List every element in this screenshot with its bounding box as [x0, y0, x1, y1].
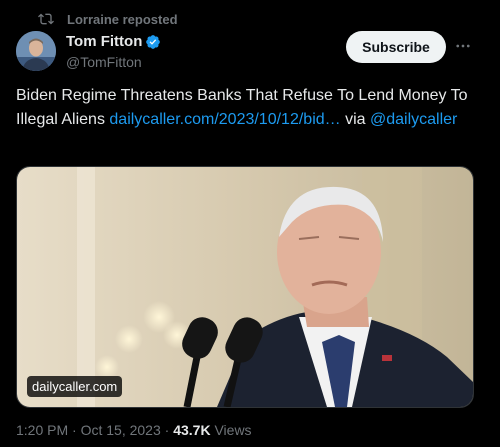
author-handle[interactable]: @TomFitton [66, 54, 142, 70]
meta-separator: · [160, 422, 174, 438]
more-dots-icon [456, 44, 470, 48]
views-label: Views [210, 422, 252, 438]
tweet-text: Biden Regime Threatens Banks That Refuse… [16, 84, 486, 132]
verified-badge-icon[interactable] [145, 34, 161, 50]
repost-indicator[interactable]: Lorraine reposted [38, 10, 178, 28]
more-options-button[interactable] [451, 34, 475, 58]
author-name[interactable]: Tom Fitton [66, 33, 142, 50]
avatar[interactable] [16, 31, 56, 71]
tweet-meta: 1:20 PM · Oct 15, 2023 · 43.7K Views [16, 422, 252, 438]
repost-icon [38, 13, 54, 25]
meta-separator: · [68, 422, 81, 438]
article-link[interactable]: dailycaller.com/2023/10/12/bid… [109, 111, 340, 128]
link-card-image[interactable]: dailycaller.com [16, 166, 474, 408]
repost-label: Lorraine reposted [67, 11, 178, 27]
subscribe-button[interactable]: Subscribe [346, 31, 446, 63]
tweet-text-via: via [340, 111, 370, 128]
views-count: 43.7K [173, 422, 211, 438]
link-domain-badge: dailycaller.com [27, 376, 123, 397]
tweet-time[interactable]: 1:20 PM [16, 422, 68, 438]
tweet-date[interactable]: Oct 15, 2023 [81, 422, 161, 438]
author-name-row[interactable]: Tom Fitton [66, 33, 161, 50]
news-photo [17, 167, 473, 407]
mention-link[interactable]: @dailycaller [370, 111, 457, 128]
